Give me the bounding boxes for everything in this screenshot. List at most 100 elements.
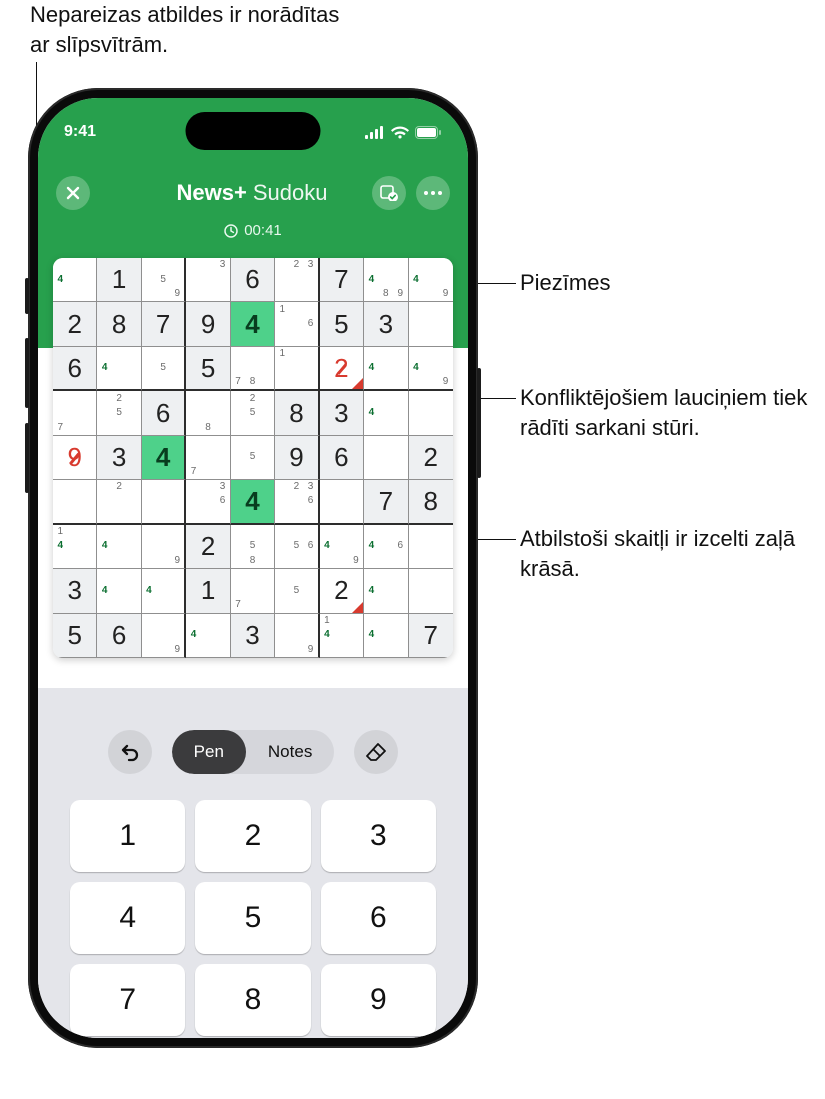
- sudoku-cell[interactable]: 14: [320, 614, 364, 658]
- sudoku-cell[interactable]: 4: [364, 614, 408, 658]
- keypad-3[interactable]: 3: [321, 800, 436, 872]
- keypad-9[interactable]: 9: [321, 964, 436, 1036]
- sudoku-cell[interactable]: 7: [231, 569, 275, 613]
- sudoku-cell[interactable]: 3: [186, 258, 230, 302]
- sudoku-cell[interactable]: 5: [320, 302, 364, 346]
- sudoku-cell[interactable]: 4: [186, 614, 230, 658]
- sudoku-cell[interactable]: 4: [97, 525, 141, 569]
- sudoku-cell[interactable]: 9: [275, 436, 319, 480]
- sudoku-cell[interactable]: 1: [97, 258, 141, 302]
- keypad-2[interactable]: 2: [195, 800, 310, 872]
- sudoku-cell[interactable]: 2: [320, 347, 364, 391]
- keypad-6[interactable]: 6: [321, 882, 436, 954]
- sudoku-cell[interactable]: 236: [275, 480, 319, 524]
- sudoku-cell[interactable]: 6: [53, 347, 97, 391]
- sudoku-cell[interactable]: 1: [186, 569, 230, 613]
- pen-segment[interactable]: Pen: [172, 730, 246, 774]
- sudoku-cell[interactable]: 4: [142, 436, 186, 480]
- sudoku-cell[interactable]: 49: [320, 525, 364, 569]
- sudoku-cell[interactable]: 23: [275, 258, 319, 302]
- sudoku-cell[interactable]: 56: [275, 525, 319, 569]
- sudoku-cell[interactable]: 7: [409, 614, 453, 658]
- sudoku-cell[interactable]: 3: [320, 391, 364, 435]
- sudoku-cell[interactable]: 14: [53, 525, 97, 569]
- sudoku-cell[interactable]: 25: [231, 391, 275, 435]
- sudoku-cell[interactable]: 7: [364, 480, 408, 524]
- sudoku-cell[interactable]: 49: [409, 347, 453, 391]
- sudoku-cell[interactable]: [409, 525, 453, 569]
- sudoku-cell[interactable]: 9: [142, 525, 186, 569]
- notes-segment[interactable]: Notes: [246, 730, 334, 774]
- sudoku-cell[interactable]: 49: [409, 258, 453, 302]
- sudoku-cell[interactable]: 6: [231, 258, 275, 302]
- sudoku-cell[interactable]: 4: [97, 347, 141, 391]
- sudoku-cell[interactable]: 78: [231, 347, 275, 391]
- sudoku-cell[interactable]: 3: [53, 569, 97, 613]
- sudoku-cell[interactable]: 3: [231, 614, 275, 658]
- sudoku-cell[interactable]: 5: [231, 436, 275, 480]
- keypad-4[interactable]: 4: [70, 882, 185, 954]
- sudoku-cell[interactable]: 4: [364, 347, 408, 391]
- sudoku-cell[interactable]: [142, 480, 186, 524]
- sudoku-cell[interactable]: [320, 480, 364, 524]
- sudoku-cell[interactable]: 1: [275, 347, 319, 391]
- keypad-7[interactable]: 7: [70, 964, 185, 1036]
- sudoku-cell[interactable]: 2: [53, 302, 97, 346]
- sudoku-cell[interactable]: [409, 391, 453, 435]
- sudoku-cell[interactable]: 9: [142, 614, 186, 658]
- sudoku-cell[interactable]: 9: [275, 614, 319, 658]
- undo-button[interactable]: [108, 730, 152, 774]
- sudoku-cell[interactable]: 4: [231, 302, 275, 346]
- sudoku-cell[interactable]: 3: [364, 302, 408, 346]
- sudoku-cell[interactable]: 46: [364, 525, 408, 569]
- pen-notes-toggle[interactable]: Pen Notes: [172, 730, 335, 774]
- sudoku-cell[interactable]: [53, 480, 97, 524]
- close-button[interactable]: [56, 176, 90, 210]
- sudoku-board[interactable]: 4159362374894928794165364557812449725682…: [53, 258, 453, 658]
- keypad-8[interactable]: 8: [195, 964, 310, 1036]
- sudoku-cell[interactable]: 8: [275, 391, 319, 435]
- keypad-1[interactable]: 1: [70, 800, 185, 872]
- cell-notes: 4: [186, 614, 229, 657]
- sudoku-cell[interactable]: 5: [142, 347, 186, 391]
- sudoku-cell[interactable]: 7: [320, 258, 364, 302]
- sudoku-cell[interactable]: 6: [142, 391, 186, 435]
- sudoku-cell[interactable]: 5: [275, 569, 319, 613]
- sudoku-cell[interactable]: 2: [320, 569, 364, 613]
- sudoku-cell[interactable]: 4: [364, 391, 408, 435]
- sudoku-cell[interactable]: 7: [53, 391, 97, 435]
- sudoku-cell[interactable]: 4: [231, 480, 275, 524]
- sudoku-cell[interactable]: 7: [186, 436, 230, 480]
- sudoku-cell[interactable]: 58: [231, 525, 275, 569]
- sudoku-cell[interactable]: [409, 569, 453, 613]
- sudoku-cell[interactable]: 8: [97, 302, 141, 346]
- sudoku-cell[interactable]: 3: [97, 436, 141, 480]
- sudoku-cell[interactable]: 4: [97, 569, 141, 613]
- sudoku-cell[interactable]: 8: [409, 480, 453, 524]
- sudoku-cell[interactable]: 7: [142, 302, 186, 346]
- sudoku-cell[interactable]: 16: [275, 302, 319, 346]
- keypad-5[interactable]: 5: [195, 882, 310, 954]
- sudoku-cell[interactable]: 36: [186, 480, 230, 524]
- sudoku-cell[interactable]: 2: [409, 436, 453, 480]
- sudoku-cell[interactable]: 6: [320, 436, 364, 480]
- eraser-button[interactable]: [354, 730, 398, 774]
- sudoku-cell[interactable]: 4: [142, 569, 186, 613]
- sudoku-cell[interactable]: 9: [53, 436, 97, 480]
- check-button[interactable]: [372, 176, 406, 210]
- sudoku-cell[interactable]: 4: [53, 258, 97, 302]
- sudoku-cell[interactable]: [409, 302, 453, 346]
- more-button[interactable]: [416, 176, 450, 210]
- sudoku-cell[interactable]: 59: [142, 258, 186, 302]
- sudoku-cell[interactable]: 489: [364, 258, 408, 302]
- sudoku-cell[interactable]: 8: [186, 391, 230, 435]
- sudoku-cell[interactable]: 2: [186, 525, 230, 569]
- sudoku-cell[interactable]: 5: [53, 614, 97, 658]
- sudoku-cell[interactable]: 5: [186, 347, 230, 391]
- sudoku-cell[interactable]: 4: [364, 569, 408, 613]
- sudoku-cell[interactable]: 25: [97, 391, 141, 435]
- sudoku-cell[interactable]: [364, 436, 408, 480]
- sudoku-cell[interactable]: 2: [97, 480, 141, 524]
- sudoku-cell[interactable]: 6: [97, 614, 141, 658]
- sudoku-cell[interactable]: 9: [186, 302, 230, 346]
